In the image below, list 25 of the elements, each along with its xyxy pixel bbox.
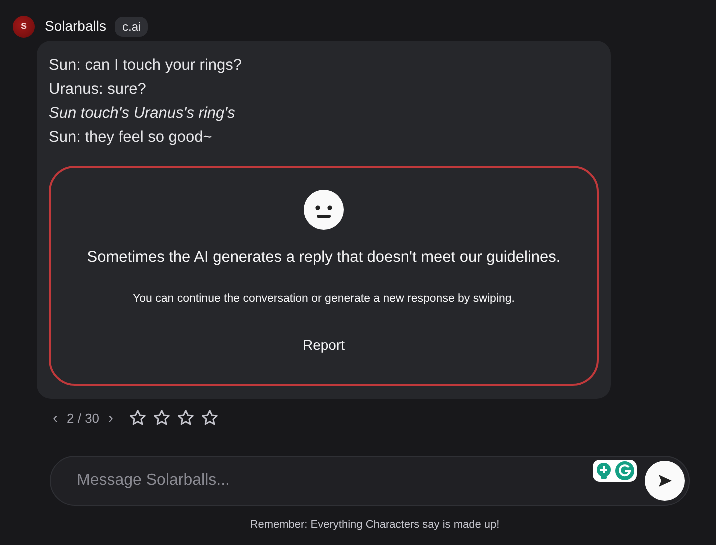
- neutral-face-icon: [304, 190, 344, 230]
- star-icon[interactable]: [152, 409, 171, 428]
- message-line: Sun: can I touch your rings?: [49, 56, 244, 76]
- avatar: s: [13, 16, 35, 38]
- response-counter: 2 / 30: [67, 410, 100, 428]
- disclaimer-text: Remember: Everything Characters say is made up!: [249, 518, 501, 533]
- next-button[interactable]: ›: [106, 410, 117, 426]
- message-field[interactable]: Message Solarballs...: [75, 468, 593, 494]
- report-button[interactable]: Report: [294, 330, 354, 360]
- send-button[interactable]: [645, 461, 685, 501]
- warning-title: Sometimes the AI generates a reply that doesn't meet our guidelines.: [86, 248, 562, 268]
- message-composer[interactable]: Message Solarballs...: [50, 456, 690, 506]
- send-icon: [657, 473, 673, 489]
- message-line: Sun: they feel so good~: [49, 128, 214, 148]
- star-icon[interactable]: [128, 409, 147, 428]
- creator-tag: c.ai: [115, 16, 148, 36]
- lightbulb-plus-icon[interactable]: [595, 462, 613, 480]
- grammar-assistant-icon[interactable]: [615, 461, 635, 481]
- star-icon[interactable]: [200, 409, 219, 428]
- message-line: Uranus: sure?: [49, 80, 148, 100]
- warning-detail: You can continue the conversation or generate a new response by swiping.: [132, 292, 516, 308]
- previous-button[interactable]: ‹: [50, 410, 61, 426]
- character-name: Solarballs: [45, 17, 106, 36]
- star-icon[interactable]: [176, 409, 195, 428]
- action-line: Sun touch's Uranus's ring's: [49, 104, 236, 124]
